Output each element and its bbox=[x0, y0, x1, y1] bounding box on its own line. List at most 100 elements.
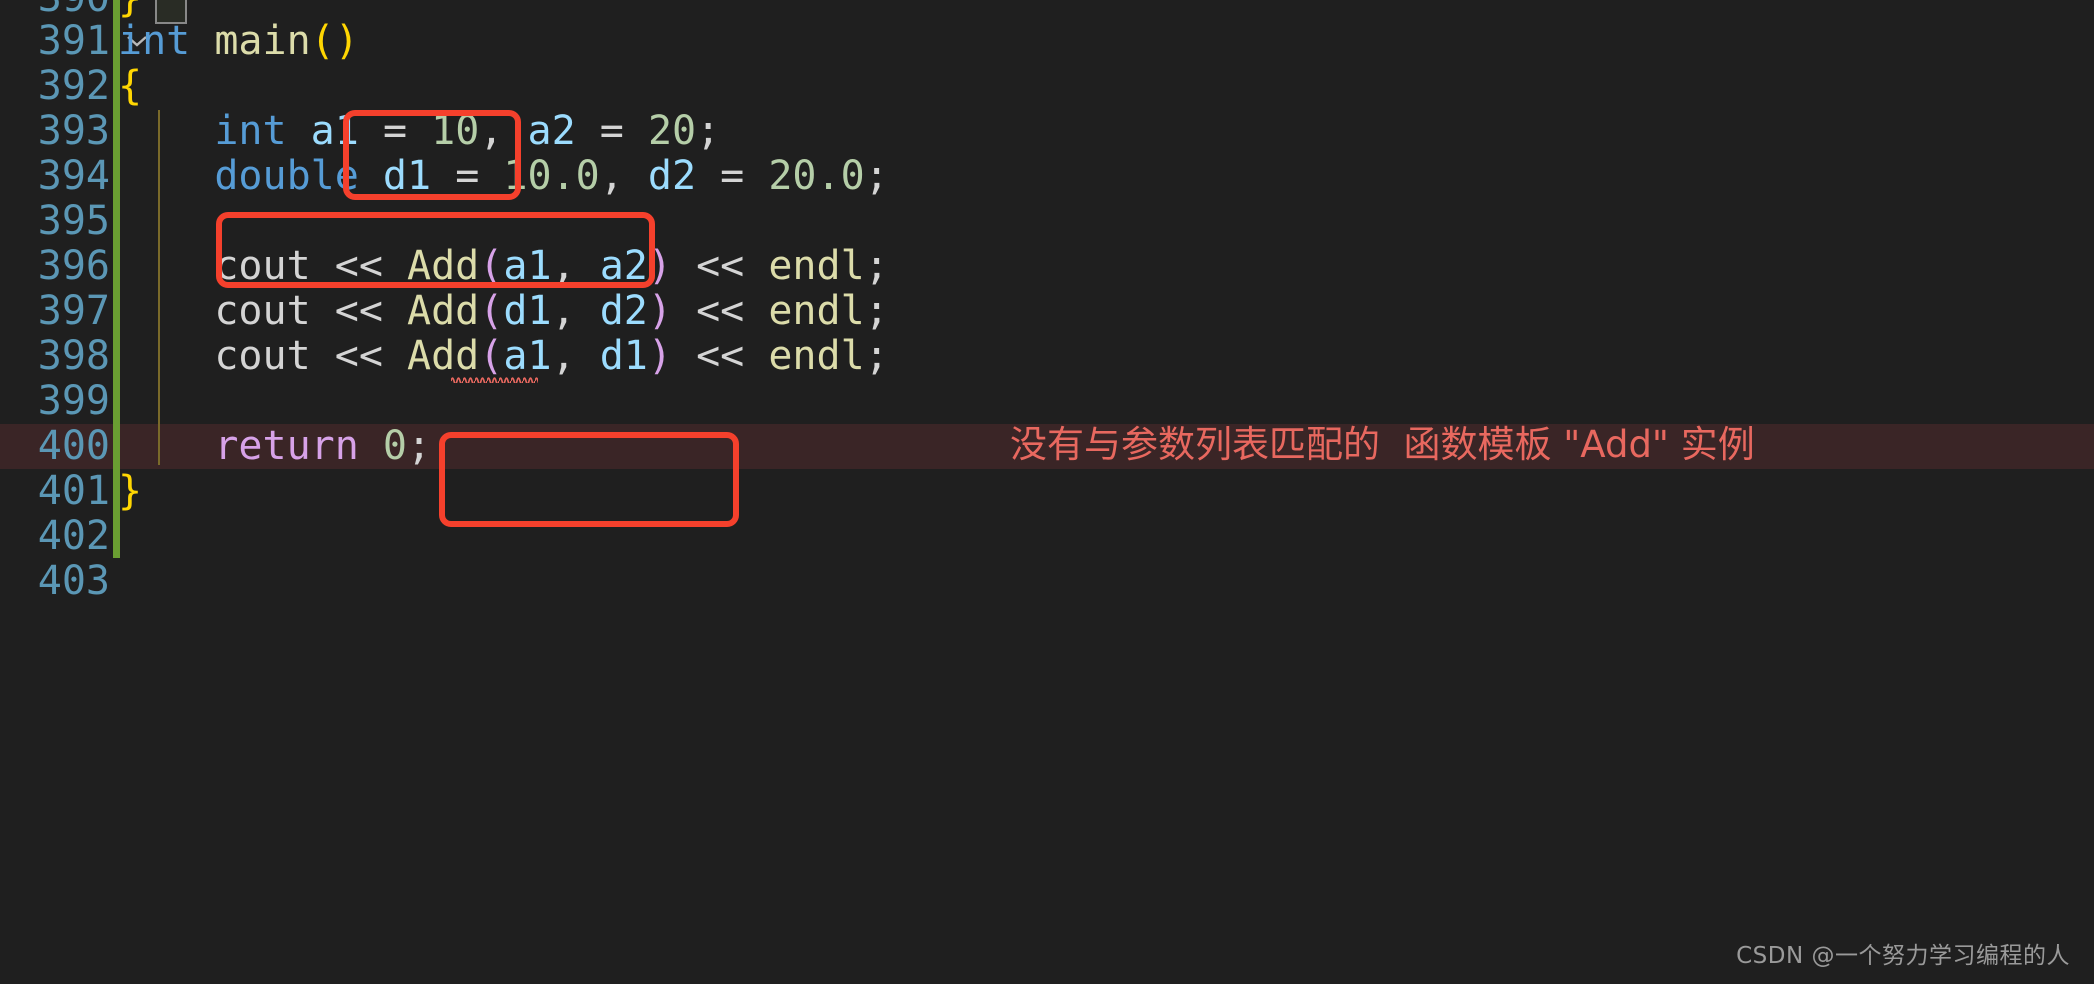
code-line-text: } bbox=[118, 468, 142, 514]
line-number: 398 bbox=[37, 333, 110, 379]
code-token: ( bbox=[479, 243, 504, 289]
code-token: , bbox=[551, 333, 576, 379]
code-token: Add bbox=[407, 288, 480, 334]
line-number: 394 bbox=[37, 153, 110, 199]
line-number: 397 bbox=[37, 288, 110, 334]
code-content[interactable]: } int main() { int a1 = 10, a2 = 20; dou… bbox=[118, 0, 2094, 984]
code-token: cout bbox=[214, 243, 311, 289]
code-line-text: cout << Add(a1, a2) << endl; bbox=[118, 243, 888, 289]
code-editor[interactable]: 390 391 392 393 394 395 396 397 398 399 … bbox=[0, 0, 2094, 984]
line-number: 393 bbox=[37, 108, 110, 154]
code-token: d1 bbox=[382, 153, 432, 199]
code-token: int bbox=[214, 108, 287, 154]
code-token: 20.0 bbox=[768, 153, 865, 199]
code-token: Add bbox=[407, 243, 480, 289]
code-token: a2 bbox=[527, 108, 576, 154]
code-line-402[interactable] bbox=[118, 514, 2094, 559]
code-line-398[interactable]: cout << Add(a1, d1) << endl; bbox=[118, 334, 2094, 379]
code-token: << bbox=[334, 243, 383, 289]
code-token: ; bbox=[864, 333, 889, 379]
code-token: d2 bbox=[599, 288, 648, 334]
code-token: { bbox=[118, 63, 143, 109]
code-line-text: int main() bbox=[118, 18, 359, 64]
code-line-393[interactable]: int a1 = 10, a2 = 20; bbox=[118, 109, 2094, 154]
code-line-text: { bbox=[118, 63, 142, 109]
code-token: d1 bbox=[599, 333, 648, 379]
code-token: endl bbox=[768, 288, 865, 334]
code-token: = bbox=[720, 153, 745, 199]
code-line-text: cout << Add(a1, d1) << endl; bbox=[118, 333, 889, 379]
code-token: ) bbox=[647, 333, 672, 379]
code-token: 0 bbox=[382, 423, 408, 469]
error-message: 没有与参数列表匹配的 函数模板 "Add" 实例 bbox=[1010, 423, 1755, 466]
code-token: , bbox=[551, 243, 576, 289]
code-token: ( bbox=[479, 288, 504, 334]
code-token: a1 bbox=[503, 243, 552, 289]
code-line-396[interactable]: cout << Add(a1, a2) << endl; bbox=[118, 244, 2094, 289]
code-line-399[interactable] bbox=[118, 379, 2094, 424]
code-line-text: double d1 = 10.0, d2 = 20.0; bbox=[118, 153, 889, 199]
code-token: ; bbox=[696, 108, 721, 154]
code-line-394[interactable]: double d1 = 10.0, d2 = 20.0; bbox=[118, 154, 2094, 199]
code-line-403[interactable] bbox=[118, 559, 2094, 604]
code-token: a1 bbox=[310, 108, 359, 154]
code-token: cout bbox=[214, 288, 311, 334]
code-token: ( bbox=[479, 333, 504, 379]
code-line-395[interactable] bbox=[118, 199, 2094, 244]
code-token: ; bbox=[864, 153, 889, 199]
code-token: main bbox=[214, 18, 311, 64]
code-token: , bbox=[599, 153, 624, 199]
code-line-392[interactable]: { bbox=[118, 64, 2094, 109]
code-token: << bbox=[696, 288, 745, 334]
code-token: = bbox=[455, 153, 480, 199]
code-token: d1 bbox=[503, 288, 552, 334]
code-line-397[interactable]: cout << Add(d1, d2) << endl; bbox=[118, 289, 2094, 334]
code-token: << bbox=[334, 333, 383, 379]
code-token: Add bbox=[407, 333, 480, 379]
code-token: cout bbox=[214, 333, 311, 379]
watermark: CSDN @一个努力学习编程的人 bbox=[1736, 943, 2070, 969]
code-token: double bbox=[214, 153, 359, 199]
line-number: 396 bbox=[37, 243, 110, 289]
code-line-391[interactable]: int main() bbox=[118, 19, 2094, 64]
code-token: = bbox=[382, 108, 408, 154]
line-number: 401 bbox=[37, 468, 110, 514]
code-line-390[interactable]: } bbox=[118, 0, 2094, 21]
code-line-text: int a1 = 10, a2 = 20; bbox=[118, 108, 720, 154]
code-token: ; bbox=[407, 423, 432, 469]
code-token: 20 bbox=[647, 108, 697, 154]
code-token: , bbox=[479, 108, 504, 154]
code-token: ) bbox=[647, 243, 672, 289]
code-line-401[interactable]: } bbox=[118, 469, 2094, 514]
line-number: 391 bbox=[37, 18, 110, 64]
code-token: 10 bbox=[431, 108, 480, 154]
code-token: 10.0 bbox=[503, 153, 600, 199]
gutter: 390 391 392 393 394 395 396 397 398 399 … bbox=[0, 0, 110, 984]
code-token: a1 bbox=[503, 333, 552, 379]
